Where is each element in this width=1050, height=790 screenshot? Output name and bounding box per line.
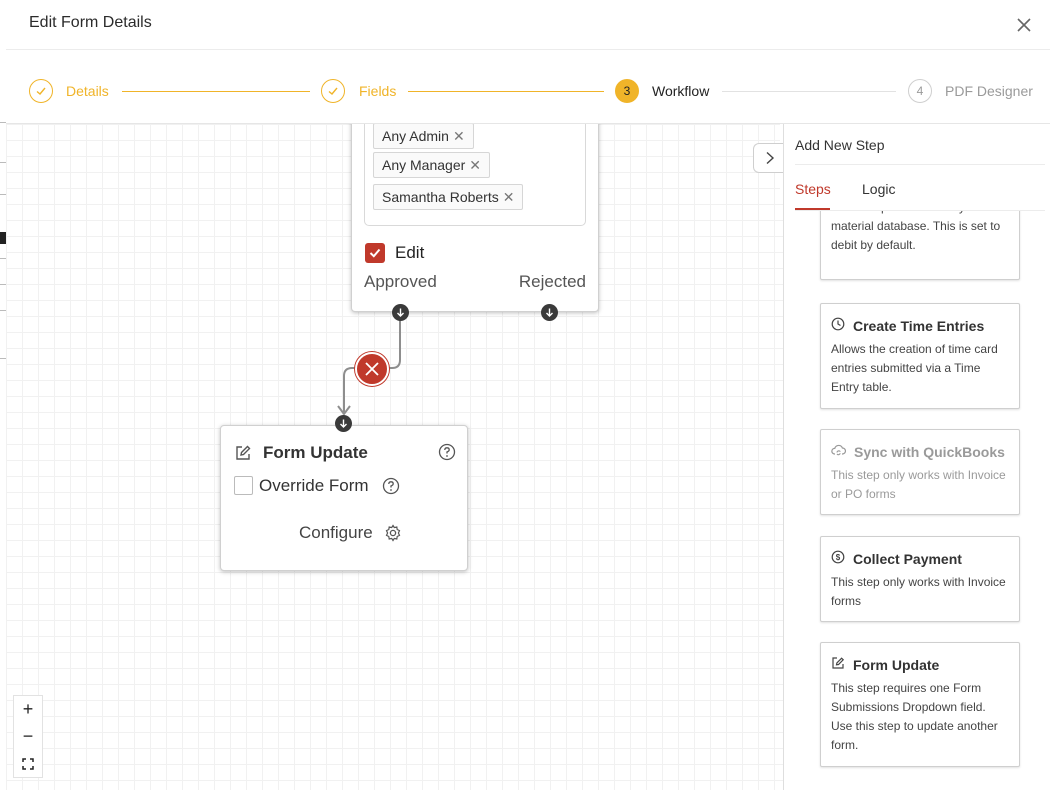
rejected-output-port[interactable] <box>541 304 558 321</box>
zoom-in-button[interactable]: + <box>14 696 42 723</box>
panel-header: Add New Step <box>784 124 1050 165</box>
edit-checkbox[interactable] <box>365 243 385 263</box>
collapse-panel-button[interactable] <box>753 143 785 173</box>
step-card-title: Form Update <box>853 656 940 673</box>
configure-button[interactable]: Configure <box>299 523 373 543</box>
step-card-create-time-entries[interactable]: Create Time Entries Allows the creation … <box>820 303 1020 409</box>
approval-step-node[interactable]: Any Admin ✕ Any Manager ✕ Samantha Rober… <box>351 124 599 312</box>
assignees-select[interactable]: Any Admin ✕ Any Manager ✕ Samantha Rober… <box>364 124 586 226</box>
zoom-out-button[interactable]: − <box>14 723 42 750</box>
help-icon[interactable] <box>382 477 400 500</box>
edit-icon <box>831 656 845 673</box>
step-card-title-row: $ Collect Payment <box>831 550 962 567</box>
tab-logic[interactable]: Logic <box>862 181 895 197</box>
assignee-tag: Any Admin ✕ <box>373 124 474 149</box>
step-card-title-row: Sync with QuickBooks <box>831 443 1005 460</box>
step-pdf-designer-number[interactable]: 4 <box>908 79 932 103</box>
step-fields-label[interactable]: Fields <box>359 83 396 99</box>
remove-tag-icon[interactable]: ✕ <box>453 128 465 145</box>
step-card-desc: This step only works with Invoice or PO … <box>831 468 1006 501</box>
step-card-desc: This step requires one Form Submissions … <box>831 681 998 752</box>
step-workflow-label[interactable]: Workflow <box>652 83 709 99</box>
step-card-form-update[interactable]: Form Update This step requires one Form … <box>820 642 1020 767</box>
step-card-desc: material quantities from your material d… <box>831 211 1001 252</box>
step-card-title-row: Create Time Entries <box>831 317 984 334</box>
panel-title: Add New Step <box>795 137 885 153</box>
step-card-title: Collect Payment <box>853 550 962 567</box>
step-details-label[interactable]: Details <box>66 83 109 99</box>
remove-tag-icon[interactable]: ✕ <box>503 189 515 206</box>
assignee-tag: Samantha Roberts ✕ <box>373 184 524 210</box>
modal-header: Edit Form Details <box>6 0 1050 50</box>
step-card-sync-quickbooks: Sync with QuickBooks This step only work… <box>820 429 1020 515</box>
svg-text:$: $ <box>836 553 841 562</box>
edit-form-modal: Edit Form Details Details Fields 3 Workf… <box>6 0 1050 790</box>
step-card-title-row: Form Update <box>831 656 939 673</box>
assignee-tag-label: Any Admin <box>382 128 449 144</box>
help-icon[interactable] <box>438 443 456 466</box>
approved-label: Approved <box>364 272 437 291</box>
edit-label: Edit <box>395 243 425 262</box>
form-update-node[interactable]: Form Update Override Form Configure <box>220 425 468 571</box>
tab-steps[interactable]: Steps <box>795 181 831 197</box>
override-form-label: Override Form <box>259 476 369 495</box>
modal-title: Edit Form Details <box>29 14 152 31</box>
stepper: Details Fields 3 Workflow 4 PDF Designer <box>6 50 1050 124</box>
step-workflow-number[interactable]: 3 <box>615 79 639 103</box>
step-card-collect-payment[interactable]: $ Collect Payment This step only works w… <box>820 536 1020 622</box>
override-form-checkbox[interactable] <box>234 476 253 495</box>
step-connector <box>408 91 604 92</box>
approved-output-port[interactable] <box>392 304 409 321</box>
step-details-check-icon[interactable] <box>29 79 53 103</box>
assignee-tag: Any Manager ✕ <box>373 152 491 178</box>
fit-view-icon[interactable] <box>14 750 42 777</box>
step-card-title: Sync with QuickBooks <box>854 443 1005 460</box>
form-update-title: Form Update <box>263 443 368 462</box>
step-card-list[interactable]: material quantities from your material d… <box>784 211 1050 790</box>
step-card-material[interactable]: material quantities from your material d… <box>820 211 1020 280</box>
zoom-controls: + − <box>13 695 43 778</box>
step-connector <box>122 91 310 92</box>
step-fields-check-icon[interactable] <box>321 79 345 103</box>
delete-connection-icon[interactable] <box>355 352 389 386</box>
assignee-tag-label: Samantha Roberts <box>382 189 499 205</box>
remove-tag-icon[interactable]: ✕ <box>469 157 481 174</box>
close-icon[interactable] <box>1014 15 1034 35</box>
edit-icon <box>234 444 252 467</box>
rejected-label: Rejected <box>518 272 586 291</box>
step-pdf-designer-label[interactable]: PDF Designer <box>945 83 1033 99</box>
workflow-canvas[interactable]: Any Admin ✕ Any Manager ✕ Samantha Rober… <box>6 124 783 790</box>
step-card-title: Create Time Entries <box>853 317 985 334</box>
add-step-panel: Add New Step Steps Logic material quanti… <box>783 124 1050 790</box>
clock-icon <box>831 317 845 334</box>
gear-icon[interactable] <box>384 524 402 547</box>
assignee-tag-label: Any Manager <box>382 157 466 173</box>
cloud-sync-icon <box>831 443 846 460</box>
step-card-desc: This step only works with Invoice forms <box>831 575 1006 608</box>
step-card-desc: Allows the creation of time card entries… <box>831 342 998 394</box>
input-port[interactable] <box>335 415 352 432</box>
step-connector <box>722 91 896 92</box>
chevron-right-icon <box>766 151 774 165</box>
dollar-icon: $ <box>831 550 845 567</box>
